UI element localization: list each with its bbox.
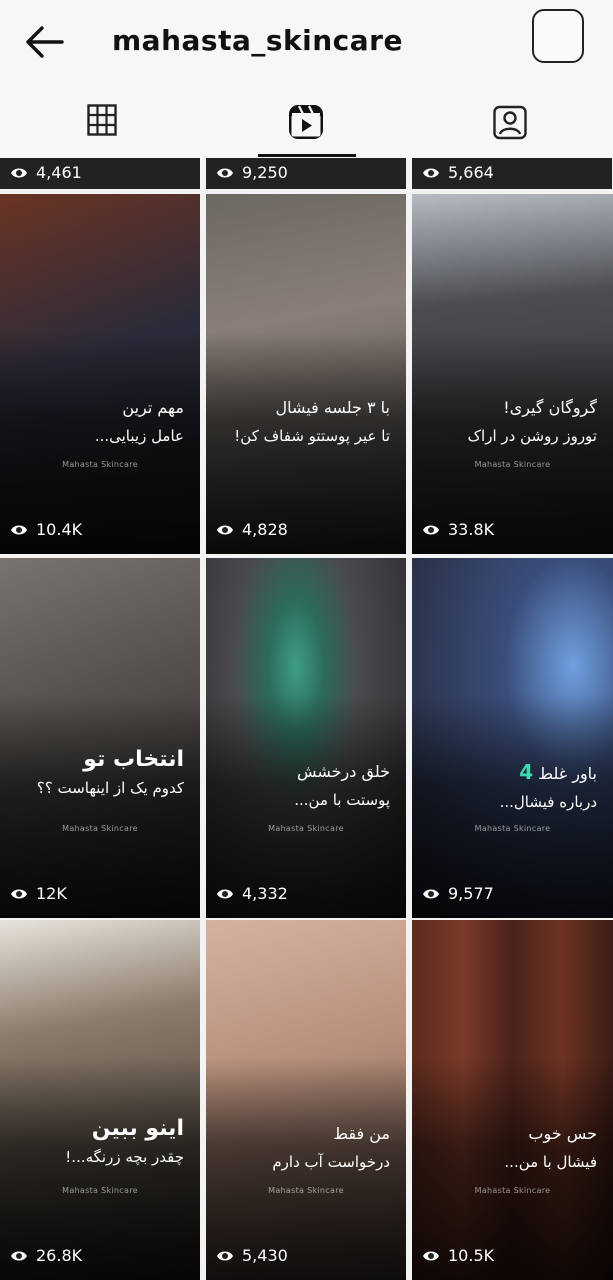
view-count: 4,332 — [216, 884, 288, 904]
reel-thumbnail[interactable]: گروگان گیری! توروز روشن در اراک Mahasta … — [412, 194, 613, 554]
reel-caption: باور غلط 4 درباره فیشال... — [499, 760, 597, 811]
reel-caption: گروگان گیری! توروز روشن در اراک — [467, 398, 597, 445]
arrow-left-icon[interactable] — [22, 24, 66, 60]
reel-thumbnail-partial[interactable]: 9,250 — [206, 158, 406, 189]
reels-grid: 4,461 9,250 5,664 مهم ترین عامل زیبایی..… — [0, 158, 613, 1280]
reel-caption: حس خوب فیشال با من... — [504, 1124, 597, 1171]
eye-icon — [217, 1251, 233, 1261]
view-count: 9,577 — [422, 884, 494, 904]
top-bar: mahasta_skincare — [0, 0, 613, 84]
watermark: Mahasta Skincare — [62, 460, 138, 469]
reel-caption: خلق درخشش پوستت با من... — [294, 762, 390, 809]
reel-thumbnail[interactable]: انتخاب تو کدوم یک از اینهاست ؟؟ Mahasta … — [0, 558, 200, 918]
tab-grid[interactable] — [0, 84, 204, 158]
eye-icon — [11, 525, 27, 535]
view-count: 10.4K — [10, 520, 82, 540]
eye-icon — [11, 889, 27, 899]
view-count: 9,250 — [216, 163, 288, 183]
active-tab-indicator — [258, 154, 356, 157]
accent-number: 4 — [519, 760, 534, 784]
eye-icon — [11, 1251, 27, 1261]
view-count: 4,461 — [10, 163, 82, 183]
view-count: 12K — [10, 884, 67, 904]
profile-username: mahasta_skincare — [112, 24, 403, 57]
watermark: Mahasta Skincare — [62, 824, 138, 833]
watermark: Mahasta Skincare — [268, 824, 344, 833]
view-count: 5,664 — [422, 163, 494, 183]
reel-caption: مهم ترین عامل زیبایی... — [94, 398, 184, 445]
tab-tagged[interactable] — [408, 84, 612, 158]
reel-thumbnail[interactable]: باور غلط 4 درباره فیشال... Mahasta Skinc… — [412, 558, 613, 918]
view-count: 33.8K — [422, 520, 494, 540]
view-count: 5,430 — [216, 1246, 288, 1266]
eye-icon — [11, 168, 27, 178]
watermark: Mahasta Skincare — [474, 1186, 551, 1195]
eye-icon — [423, 168, 439, 178]
eye-icon — [217, 889, 233, 899]
reel-thumbnail-partial[interactable]: 5,664 — [412, 158, 612, 189]
tab-reels[interactable] — [204, 84, 408, 158]
view-count: 4,828 — [216, 520, 288, 540]
eye-icon — [423, 889, 439, 899]
reel-thumbnail[interactable]: مهم ترین عامل زیبایی... Mahasta Skincare… — [0, 194, 200, 554]
grid-icon — [87, 104, 117, 136]
reel-caption: اینو ببین چقدر بچه زرنگه...! — [65, 1116, 184, 1166]
tagged-user-icon — [493, 105, 527, 140]
eye-icon — [423, 1251, 439, 1261]
reel-caption: من فقط درخواست آب دارم — [272, 1124, 390, 1171]
reel-thumbnail[interactable]: من فقط درخواست آب دارم Mahasta Skincare … — [206, 920, 406, 1280]
eye-icon — [423, 525, 439, 535]
reel-caption: انتخاب تو کدوم یک از اینهاست ؟؟ — [36, 747, 184, 797]
profile-tabs — [0, 84, 613, 158]
view-count: 26.8K — [10, 1246, 82, 1266]
reel-caption: با ۳ جلسه فیشال تا عیر پوستتو شفاف کن! — [234, 398, 390, 445]
eye-icon — [217, 168, 233, 178]
watermark: Mahasta Skincare — [268, 1186, 344, 1195]
watermark: Mahasta Skincare — [62, 1186, 138, 1195]
reels-icon — [289, 105, 323, 139]
watermark: Mahasta Skincare — [474, 824, 551, 833]
reel-thumbnail[interactable]: خلق درخشش پوستت با من... Mahasta Skincar… — [206, 558, 406, 918]
watermark: Mahasta Skincare — [474, 460, 551, 469]
options-button[interactable] — [532, 9, 584, 63]
reel-thumbnail[interactable]: با ۳ جلسه فیشال تا عیر پوستتو شفاف کن! 4… — [206, 194, 406, 554]
reel-thumbnail-partial[interactable]: 4,461 — [0, 158, 200, 189]
eye-icon — [217, 525, 233, 535]
reel-thumbnail[interactable]: حس خوب فیشال با من... Mahasta Skincare 1… — [412, 920, 613, 1280]
reel-thumbnail[interactable]: اینو ببین چقدر بچه زرنگه...! Mahasta Ski… — [0, 920, 200, 1280]
view-count: 10.5K — [422, 1246, 494, 1266]
